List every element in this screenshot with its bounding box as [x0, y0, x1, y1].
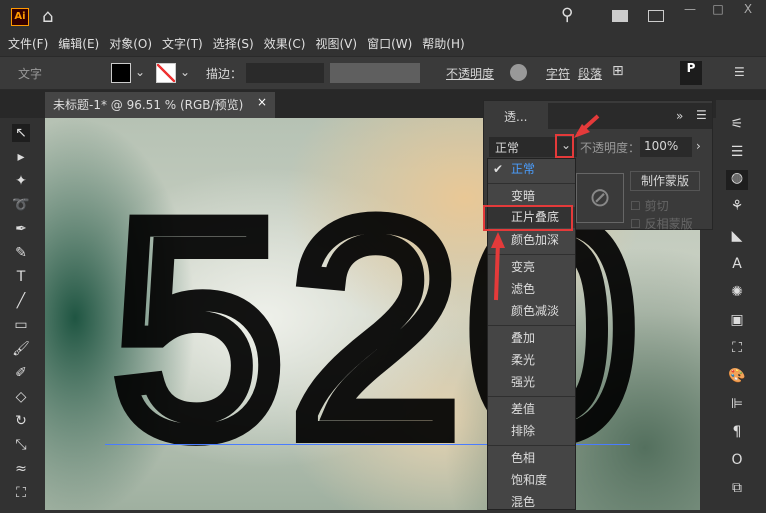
arrow-head-multiply	[491, 232, 505, 248]
annotation-arrows	[491, 114, 600, 301]
arrow-to-multiply	[494, 241, 500, 301]
